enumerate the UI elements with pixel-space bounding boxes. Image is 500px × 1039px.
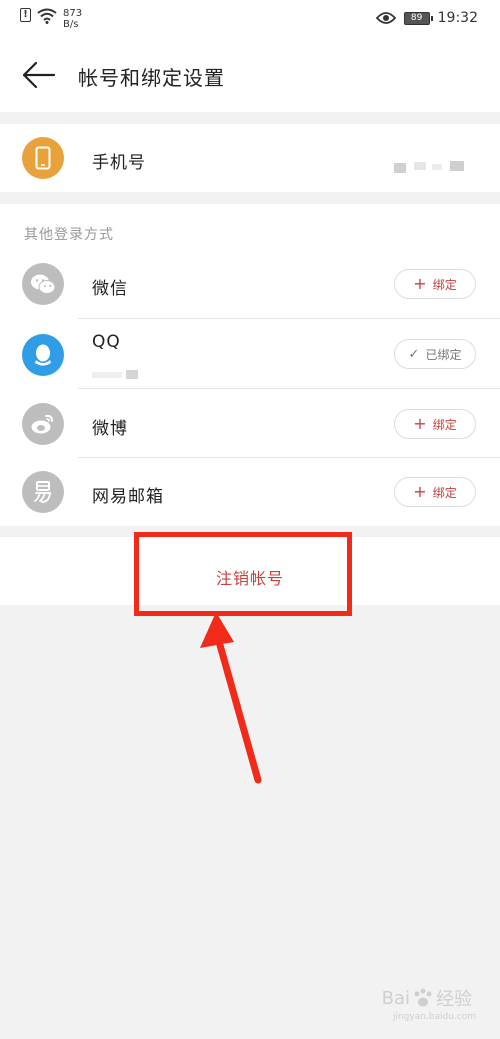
watermark-brand: Bai <box>381 987 410 1009</box>
weibo-bind-label: 绑定 <box>432 417 457 432</box>
other-login-label: 其他登录方式 <box>24 227 114 243</box>
eye-icon <box>375 12 396 24</box>
wechat-bind-button[interactable]: + 绑定 <box>394 269 476 299</box>
qq-icon <box>22 334 64 376</box>
phone-icon <box>22 137 64 179</box>
battery-icon: 89 <box>403 11 433 25</box>
paw-icon <box>414 988 432 1007</box>
network-speed-unit: B/s <box>63 19 79 30</box>
qq-row: QQ ✓ 已绑定 <box>0 320 500 388</box>
status-left: ! 873 B/s <box>20 8 82 30</box>
divider <box>78 388 500 389</box>
qq-bound-button[interactable]: ✓ 已绑定 <box>394 339 476 369</box>
status-right: 89 19:32 <box>375 10 478 26</box>
sim-alert-icon: ! <box>20 8 31 22</box>
baidu-watermark: Bai 经验 <box>382 985 472 1011</box>
watermark-url: jingyan.baidu.com <box>392 1012 476 1022</box>
watermark-brand-suffix: 经验 <box>436 989 472 1010</box>
qq-label: QQ <box>92 332 121 352</box>
annotation-arrow-icon <box>200 612 262 784</box>
wechat-label: 微信 <box>92 279 128 299</box>
page-title: 帐号和绑定设置 <box>78 66 225 90</box>
annotation-highlight-box <box>134 532 352 616</box>
back-arrow-icon[interactable] <box>20 60 56 90</box>
netease-mail-bind-label: 绑定 <box>432 485 457 500</box>
page-header: 帐号和绑定设置 <box>0 40 500 112</box>
plus-icon: + <box>413 414 427 433</box>
divider <box>78 318 500 319</box>
battery-level: 89 <box>410 12 423 23</box>
plus-icon: + <box>413 482 427 501</box>
qq-bound-label: 已绑定 <box>425 347 462 362</box>
phone-section: 手机号 <box>0 124 500 192</box>
network-speed: 873 B/s <box>63 8 82 30</box>
wechat-bind-label: 绑定 <box>432 277 457 292</box>
phone-label: 手机号 <box>92 153 146 173</box>
wechat-icon <box>22 263 64 305</box>
phone-row[interactable]: 手机号 <box>0 124 500 192</box>
network-speed-value: 873 <box>63 8 83 19</box>
netease-mail-icon <box>22 471 64 513</box>
check-icon: ✓ <box>408 346 420 362</box>
wechat-row: 微信 + 绑定 <box>0 250 500 318</box>
other-login-section: 其他登录方式 微信 + 绑定 QQ ✓ 已绑定 微博 + 绑定 网易邮箱 + 绑… <box>0 204 500 526</box>
wifi-icon <box>37 8 57 24</box>
weibo-row: 微博 + 绑定 <box>0 390 500 458</box>
netease-mail-row: 网易邮箱 + 绑定 <box>0 458 500 526</box>
status-bar: ! 873 B/s 89 19:32 <box>0 0 500 40</box>
plus-icon: + <box>413 274 427 293</box>
weibo-label: 微博 <box>92 419 128 439</box>
weibo-bind-button[interactable]: + 绑定 <box>394 409 476 439</box>
status-time: 19:32 <box>437 10 478 26</box>
weibo-icon <box>22 403 64 445</box>
netease-mail-bind-button[interactable]: + 绑定 <box>394 477 476 507</box>
netease-mail-label: 网易邮箱 <box>92 487 164 507</box>
